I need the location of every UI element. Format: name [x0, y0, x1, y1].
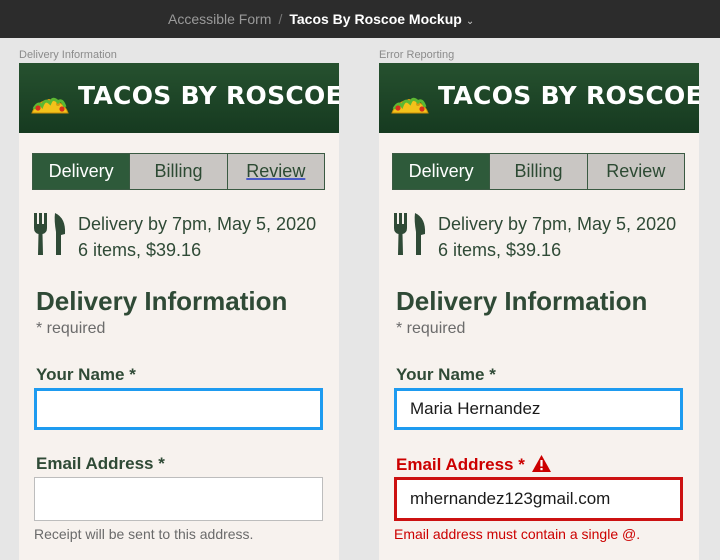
- name-input[interactable]: [34, 388, 323, 430]
- brand-header: TACOS BY ROSCOE: [19, 63, 339, 133]
- tab-review[interactable]: Review: [587, 154, 684, 189]
- email-label: Email Address *: [36, 454, 165, 473]
- section-title: Delivery Information: [396, 286, 648, 316]
- email-label-text: Email Address *: [396, 455, 525, 474]
- tab-billing[interactable]: Billing: [130, 154, 228, 189]
- name-label: Your Name *: [396, 365, 496, 384]
- frame-delivery-information: TACOS BY ROSCOE Delivery Billing Review …: [19, 63, 339, 560]
- brand-header: TACOS BY ROSCOE: [379, 63, 699, 133]
- breadcrumb-separator: /: [278, 11, 283, 27]
- name-label: Your Name *: [36, 365, 136, 384]
- delivery-time: Delivery by 7pm, May 5, 2020: [78, 214, 317, 234]
- breadcrumb-current[interactable]: Tacos By Roscoe Mockup: [289, 11, 461, 27]
- email-error-message: Email address must contain a single @.: [394, 526, 641, 542]
- delivery-time: Delivery by 7pm, May 5, 2020: [438, 214, 677, 234]
- tab-delivery[interactable]: Delivery: [393, 154, 491, 189]
- frame-label-delivery: Delivery Information: [19, 49, 117, 61]
- fork-knife-icon: [34, 213, 66, 255]
- taco-icon: [391, 97, 429, 114]
- order-total: 6 items, $39.16: [78, 240, 202, 260]
- warning-triangle-icon: [531, 455, 551, 472]
- email-input[interactable]: [34, 477, 323, 521]
- breadcrumb-parent[interactable]: Accessible Form: [168, 11, 271, 27]
- name-input[interactable]: Maria Hernandez: [394, 388, 683, 430]
- order-summary: Delivery by 7pm, May 5, 2020 6 items, $3…: [438, 211, 676, 263]
- brand-name: TACOS BY ROSCOE: [78, 81, 339, 110]
- step-tabs: Delivery Billing Review: [32, 153, 325, 190]
- fork-knife-icon: [394, 213, 426, 255]
- required-note: * required: [36, 320, 106, 337]
- frame-label-error: Error Reporting: [379, 49, 455, 61]
- top-bar: Accessible Form / Tacos By Roscoe Mockup ⌄: [0, 0, 720, 38]
- step-tabs: Delivery Billing Review: [392, 153, 685, 190]
- chevron-down-icon[interactable]: ⌄: [466, 16, 474, 27]
- brand-name: TACOS BY ROSCOE: [438, 81, 699, 110]
- section-title: Delivery Information: [36, 286, 288, 316]
- order-summary: Delivery by 7pm, May 5, 2020 6 items, $3…: [78, 211, 316, 263]
- email-label-error: Email Address *: [396, 454, 552, 475]
- order-total: 6 items, $39.16: [438, 240, 562, 260]
- email-input[interactable]: mhernandez123gmail.com: [394, 477, 683, 521]
- tab-billing[interactable]: Billing: [490, 154, 588, 189]
- tab-delivery[interactable]: Delivery: [33, 154, 131, 189]
- tab-review[interactable]: Review: [227, 154, 324, 189]
- email-hint: Receipt will be sent to this address.: [34, 526, 254, 542]
- required-note: * required: [396, 320, 466, 337]
- breadcrumb: Accessible Form / Tacos By Roscoe Mockup ⌄: [168, 11, 474, 27]
- frame-error-reporting: TACOS BY ROSCOE Delivery Billing Review …: [379, 63, 699, 560]
- taco-icon: [31, 97, 69, 114]
